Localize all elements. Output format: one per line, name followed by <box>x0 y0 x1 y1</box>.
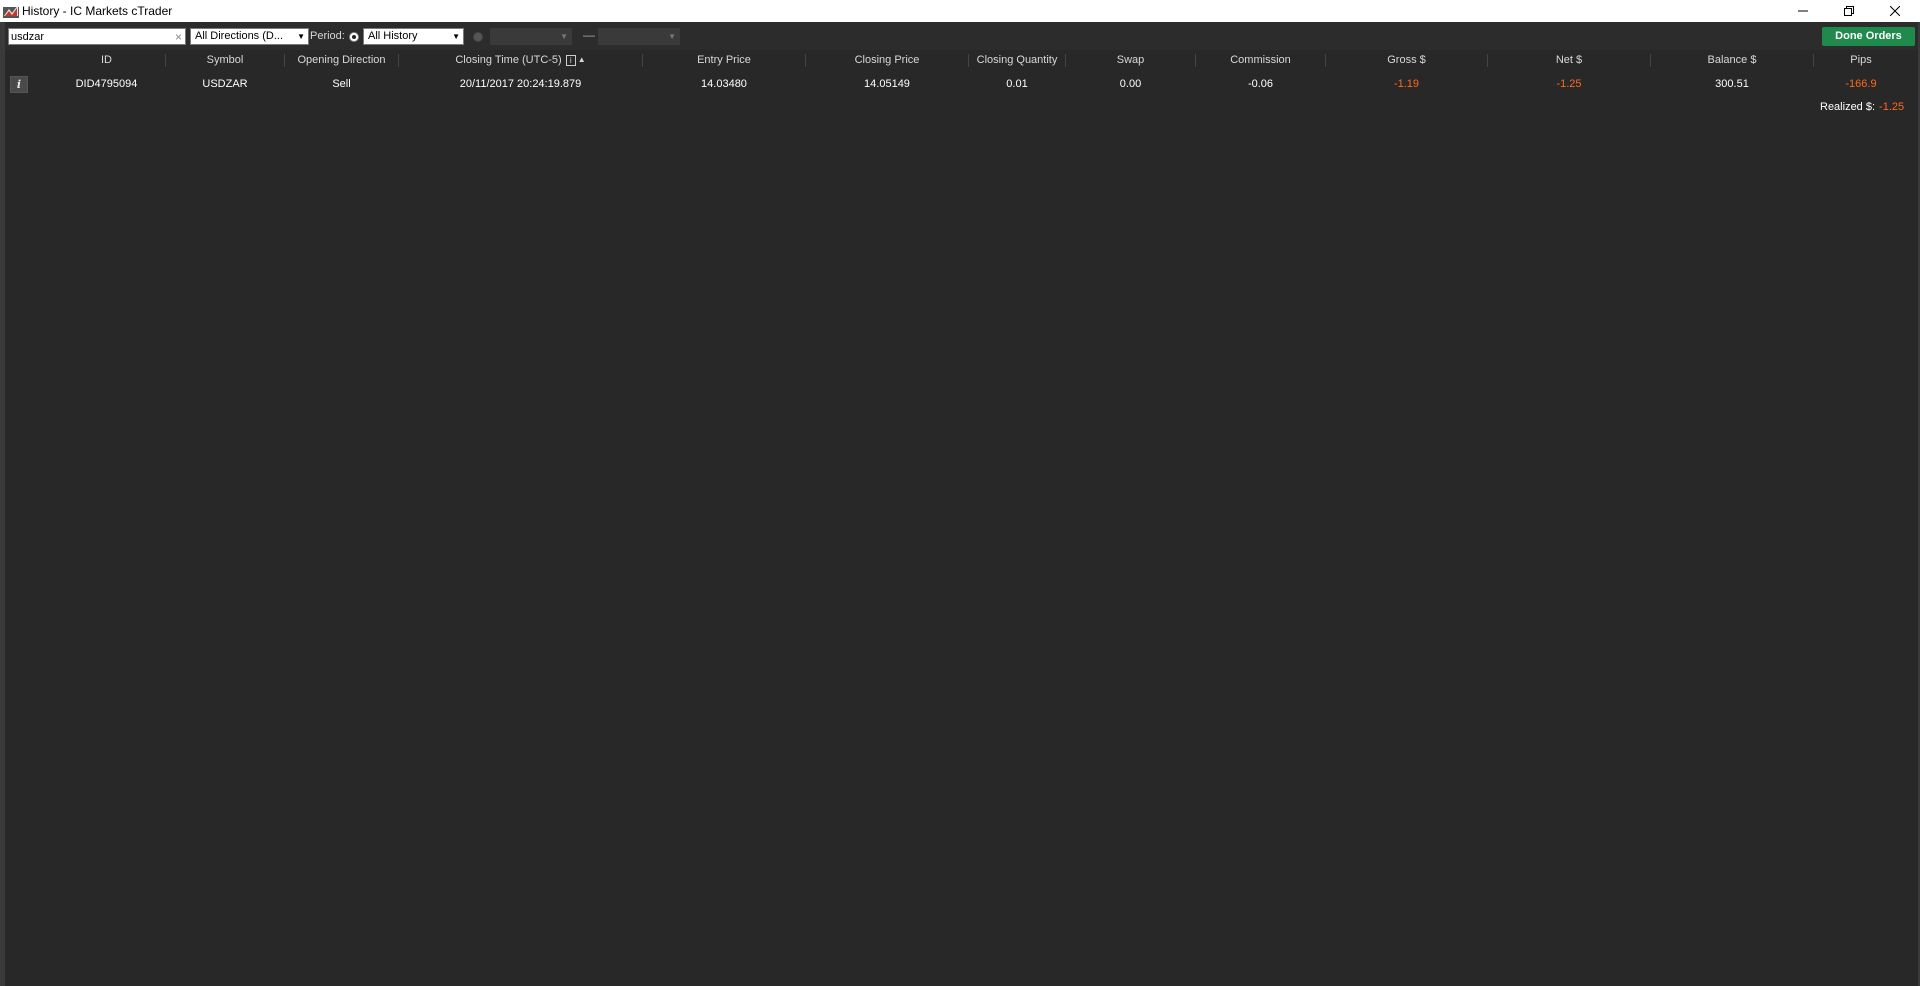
column-header-gross[interactable]: Gross $ <box>1326 51 1487 69</box>
restore-button[interactable] <box>1826 0 1872 22</box>
cell-closing-price: 14.05149 <box>864 78 910 90</box>
column-header-pips[interactable]: Pips <box>1814 51 1908 69</box>
chevron-down-icon: ▼ <box>452 32 460 41</box>
clear-search-icon[interactable]: × <box>175 30 182 44</box>
cell-closing-quantity: 0.01 <box>1006 78 1028 90</box>
realized-summary: Realized $: -1.25 <box>1820 99 1904 115</box>
sort-ascending-icon: ▲ <box>577 55 586 65</box>
window-title: History - IC Markets cTrader <box>22 4 173 18</box>
period-label: Period: <box>310 30 345 42</box>
search-input[interactable] <box>11 30 161 44</box>
range-dash: — <box>583 28 595 42</box>
info-icon[interactable]: i <box>10 76 28 93</box>
realized-value: -1.25 <box>1879 101 1905 113</box>
column-header-balance[interactable]: Balance $ <box>1651 51 1813 69</box>
column-header-net[interactable]: Net $ <box>1488 51 1650 69</box>
close-icon <box>1890 6 1900 16</box>
column-header-commission[interactable]: Commission <box>1196 51 1325 69</box>
cell-closing-time: 20/11/2017 20:24:19.879 <box>459 78 582 90</box>
period-dropdown[interactable]: All History ▼ <box>363 28 464 45</box>
closing-time-label: Closing Time (UTC-5) <box>455 54 562 66</box>
column-header-closing-price[interactable]: Closing Price <box>806 51 968 69</box>
sort-order-icon: i <box>565 54 576 66</box>
close-button[interactable] <box>1872 0 1918 22</box>
cell-balance: 300.51 <box>1715 78 1749 90</box>
cell-direction: Sell <box>332 78 351 90</box>
date-to-dropdown[interactable]: ▼ <box>598 28 680 45</box>
minimize-icon <box>1798 10 1808 12</box>
ctrader-app-icon <box>3 5 19 18</box>
cell-net: -1.25 <box>1556 78 1582 90</box>
cell-entry-price: 14.03480 <box>701 78 747 90</box>
title-bar: History - IC Markets cTrader <box>0 0 1920 22</box>
chevron-down-icon: ▼ <box>560 32 568 41</box>
filter-toolbar: × All Directions (D... ▼ Period: All His… <box>5 22 1918 50</box>
cell-id: DID4795094 <box>75 78 138 90</box>
table-row[interactable]: i DID4795094 USDZAR Sell 20/11/2017 20:2… <box>5 74 1913 94</box>
column-header-symbol[interactable]: Symbol <box>166 51 284 69</box>
column-header-id[interactable]: ID <box>35 51 178 69</box>
date-from-dropdown[interactable]: ▼ <box>490 28 572 45</box>
chevron-down-icon: ▼ <box>297 32 305 41</box>
realized-label: Realized $: <box>1820 101 1876 113</box>
column-header-direction[interactable]: Opening Direction <box>285 51 398 69</box>
column-header-entry-price[interactable]: Entry Price <box>643 51 805 69</box>
minimize-button[interactable] <box>1780 0 1826 22</box>
directions-selected: All Directions (D... <box>195 30 284 42</box>
column-header-closing-quantity[interactable]: Closing Quantity <box>969 51 1065 69</box>
cell-symbol: USDZAR <box>202 78 248 90</box>
cell-pips: -166.9 <box>1845 78 1877 90</box>
cell-commission: -0.06 <box>1247 78 1274 90</box>
restore-icon <box>1844 6 1854 16</box>
table-header: ID Symbol Opening Direction Closing Time… <box>5 51 1913 69</box>
cell-gross: -1.19 <box>1393 78 1420 90</box>
period-selected: All History <box>368 30 418 42</box>
history-window: × All Directions (D... ▼ Period: All His… <box>0 22 1920 986</box>
directions-dropdown[interactable]: All Directions (D... ▼ <box>190 28 309 45</box>
custom-range-radio[interactable] <box>473 32 483 42</box>
search-box[interactable]: × <box>8 28 186 45</box>
period-preset-radio[interactable] <box>349 32 359 42</box>
left-border <box>0 22 5 986</box>
done-orders-button[interactable]: Done Orders <box>1822 27 1915 46</box>
cell-swap: 0.00 <box>1119 78 1142 90</box>
column-header-closing-time[interactable]: Closing Time (UTC-5) i ▲ <box>399 51 642 69</box>
chevron-down-icon: ▼ <box>668 32 676 41</box>
column-header-swap[interactable]: Swap <box>1066 51 1195 69</box>
